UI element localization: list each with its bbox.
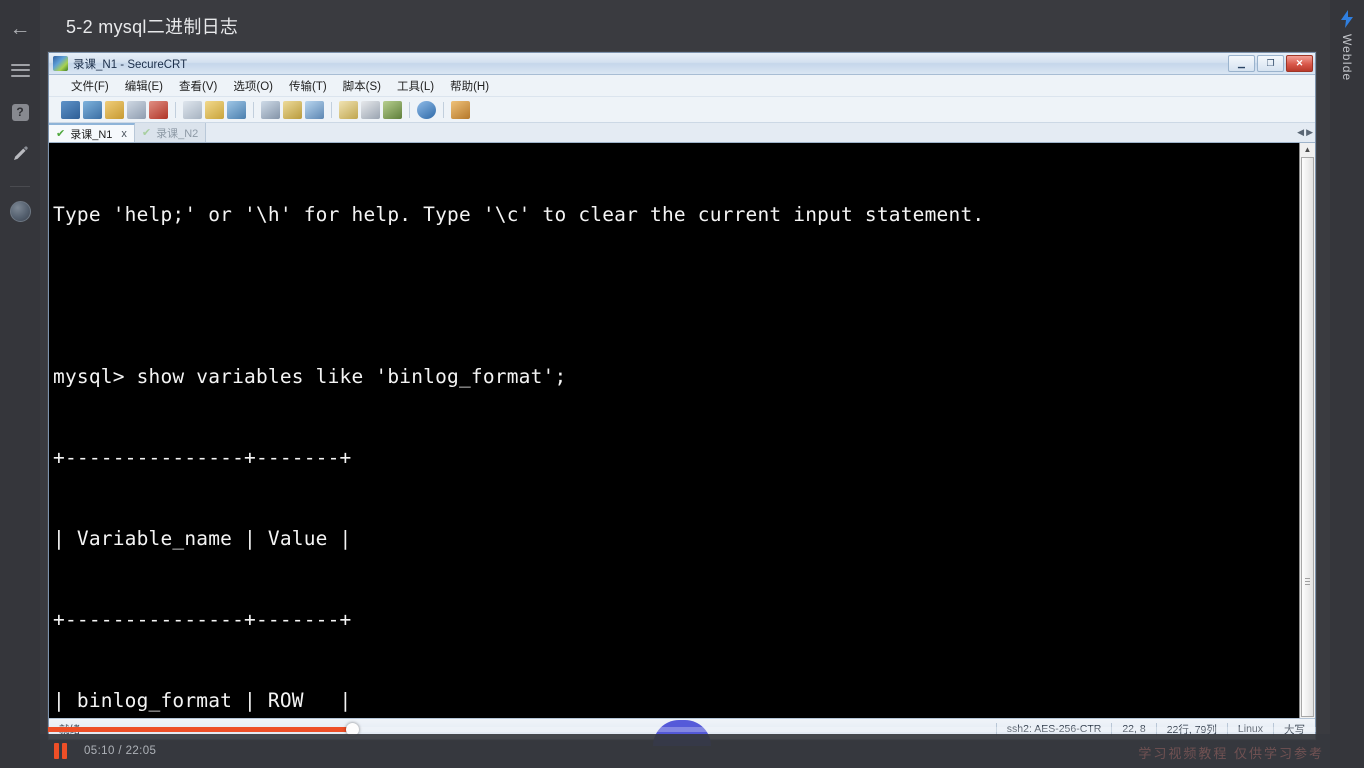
lightning-bolt-icon[interactable] [1336,8,1358,30]
menu-item-help[interactable]: 帮助(H) [450,78,489,94]
new-session-icon[interactable] [61,100,80,119]
minimize-button[interactable]: ▁ [1228,55,1255,72]
window-titlebar[interactable]: 录课_N1 - SecureCRT ▁ ❐ ✕ [49,53,1315,75]
toolbar-divider [409,101,410,118]
menu-item-edit[interactable]: 编辑(E) [125,78,163,94]
log-session-icon[interactable] [261,100,280,119]
session-tabbar: ✔ 录课_N1 x ✔ 录课_N2 ◀ ▶ [49,123,1315,143]
rail-divider [10,186,30,187]
keymap-icon[interactable] [383,100,402,119]
help-question-icon[interactable]: ? [2,94,38,130]
video-progress-fill [48,727,353,732]
menu-bar: 文件(F) 编辑(E) 查看(V) 选项(O) 传输(T) 脚本(S) 工具(L… [49,75,1315,97]
close-button[interactable]: ✕ [1286,55,1313,72]
watermark-text: 学习视频教程 仅供学习参考 [1138,746,1324,761]
terminal-line: | Variable_name | Value | [53,527,352,550]
hamburger-menu-icon[interactable] [2,52,38,88]
arrange-icon[interactable] [451,100,470,119]
toolbar [49,97,1315,123]
menu-item-options[interactable]: 选项(O) [233,78,273,94]
disconnect-icon[interactable] [149,100,168,119]
tab-session-n1[interactable]: ✔ 录课_N1 x [49,123,135,142]
globe-icon[interactable] [2,193,38,229]
pencil-edit-icon[interactable] [2,136,38,172]
tab-label: 录课_N1 [70,128,113,141]
webide-label: WebIde [1340,34,1354,82]
terminal-line: Type 'help;' or '\h' for help. Type '\c'… [53,203,985,226]
upload-icon[interactable] [305,100,324,119]
left-sidebar: ← ? [0,0,40,768]
video-progress-bar[interactable] [48,723,1316,736]
window-title: 录课_N1 - SecureCRT [73,58,188,71]
tab-session-n2[interactable]: ✔ 录课_N2 [134,123,207,142]
copy-icon[interactable] [205,100,224,119]
screen-root: ← ? 5-2 mysql二进制日志 WebIde 录课_N1 - Secure… [0,0,1364,768]
back-arrow-icon[interactable]: ← [2,10,38,46]
window-controls: ▁ ❐ ✕ [1228,55,1313,72]
menu-item-tools[interactable]: 工具(L) [397,78,434,94]
video-time-label: 05:10 / 22:05 [84,745,157,757]
connected-check-icon: ✔ [56,128,66,140]
print-icon[interactable] [183,100,202,119]
open-folder-icon[interactable] [105,100,124,119]
menu-item-script[interactable]: 脚本(S) [343,78,381,94]
menu-item-transfer[interactable]: 传输(T) [289,78,327,94]
tab-label: 录课_N2 [156,127,199,140]
help-icon[interactable] [417,100,436,119]
toolbar-divider [253,101,254,118]
page-title: 5-2 mysql二进制日志 [66,17,239,37]
restore-button[interactable]: ❐ [1257,55,1284,72]
toolbar-divider [175,101,176,118]
terminal-area[interactable]: Type 'help;' or '\h' for help. Type '\c'… [49,143,1315,718]
video-player-controls: 05:10 / 22:05 [40,734,1330,768]
terminal-line: +---------------+-------+ [53,608,352,631]
scrollbar-grip [1305,578,1310,585]
chat-window-icon[interactable] [339,100,358,119]
connected-check-icon: ✔ [141,127,152,139]
menu-item-view[interactable]: 查看(V) [179,78,217,94]
clone-session-icon[interactable] [83,100,102,119]
toolbar-divider [443,101,444,118]
page-header: 5-2 mysql二进制日志 [40,0,1330,52]
toolbar-divider [331,101,332,118]
options-icon[interactable] [361,100,380,119]
securecrt-window: 录课_N1 - SecureCRT ▁ ❐ ✕ 文件(F) 编辑(E) 查看(V… [48,52,1316,740]
tab-close-icon[interactable]: x [121,128,127,140]
securecrt-app-icon [53,56,68,71]
scrollbar-thumb[interactable] [1301,157,1314,717]
terminal-line: +---------------+-------+ [53,446,352,469]
terminal-scrollbar[interactable]: ▲ [1299,143,1315,718]
terminal-line: | binlog_format | ROW | [53,689,352,712]
pause-icon[interactable] [54,742,72,760]
tab-scroll-right-icon[interactable]: ▶ [1306,127,1313,138]
session-manager-icon[interactable] [127,100,146,119]
find-icon[interactable] [227,100,246,119]
tab-scroll-left-icon[interactable]: ◀ [1297,127,1304,138]
menu-item-file[interactable]: 文件(F) [71,78,109,94]
transfer-icon[interactable] [283,100,302,119]
tab-scroll-arrows[interactable]: ◀ ▶ [1297,123,1313,142]
right-sidebar: WebIde [1330,0,1364,768]
terminal-output: Type 'help;' or '\h' for help. Type '\c'… [49,143,1299,718]
terminal-line: mysql> show variables like 'binlog_forma… [53,365,567,388]
scroll-up-arrow-icon[interactable]: ▲ [1304,143,1312,157]
